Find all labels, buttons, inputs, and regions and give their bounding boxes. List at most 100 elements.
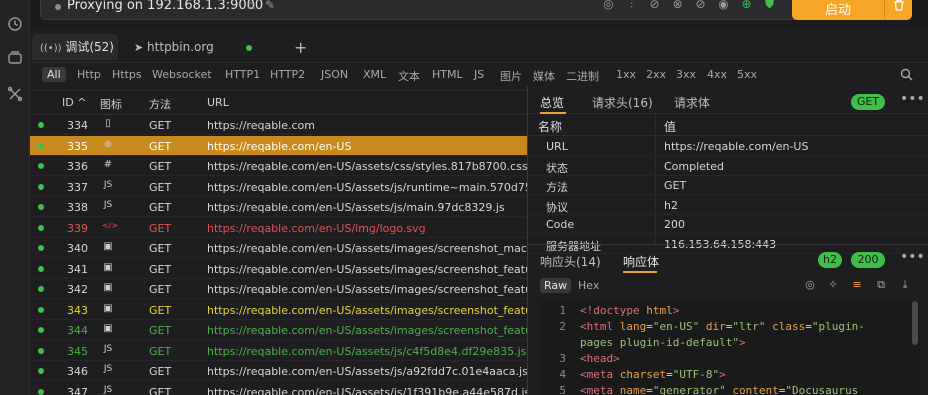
filter-binary[interactable]: 二进制 xyxy=(566,68,599,84)
magic-icon[interactable]: ✧ xyxy=(826,278,840,292)
col-id[interactable]: ID ^ xyxy=(62,96,86,109)
proxy-status-box[interactable]: Proxying on 192.168.1.3:9000 ⧉ ✎ ◎ ⫶ ⊘ ⊗… xyxy=(40,0,808,20)
search-icon[interactable] xyxy=(900,68,913,81)
row-method: GET xyxy=(149,303,172,317)
wrap-icon[interactable]: ≡ xyxy=(850,278,864,292)
table-row[interactable]: 335 ⊕ GET https://reqable.com/en-US xyxy=(30,135,527,156)
code-token: charset xyxy=(619,368,667,381)
copy-body-icon[interactable]: ⧉ xyxy=(874,278,888,292)
line-text: <head> xyxy=(580,352,620,365)
tab-overview[interactable]: 总览 xyxy=(540,94,564,111)
globe-icon: ⊕ xyxy=(103,138,113,150)
overview-row[interactable]: 状态 Completed xyxy=(528,157,928,176)
table-row[interactable]: 337 JS GET https://reqable.com/en-US/assets… xyxy=(30,177,527,197)
filter-text[interactable]: 文本 xyxy=(398,68,420,84)
body-toolbar: Raw Hex ◎ ✧ ≡ ⧉ ⤓ xyxy=(528,273,928,297)
tab-response-body[interactable]: 响应体 xyxy=(623,253,659,270)
shield-icon[interactable]: ⛊ xyxy=(762,0,777,12)
table-row[interactable]: 340 ▣ GET https://reqable.com/en-US/assets/… xyxy=(30,238,527,258)
row-id: 347 xyxy=(67,385,88,395)
history-icon[interactable] xyxy=(7,16,23,32)
overview-value: 200 xyxy=(664,218,685,231)
filter-5xx[interactable]: 5xx xyxy=(737,68,757,81)
col-icon[interactable]: 图标 xyxy=(100,96,122,112)
table-row[interactable]: 345 JS GET https://reqable.com/en-US/assets… xyxy=(30,341,527,361)
add-tab-button[interactable]: + xyxy=(294,38,307,57)
filter-4xx[interactable]: 4xx xyxy=(707,68,727,81)
code-token: = xyxy=(646,384,653,395)
status-code-badge: 200 xyxy=(851,252,885,268)
col-method[interactable]: 方法 xyxy=(149,96,171,112)
filter-1xx[interactable]: 1xx xyxy=(616,68,636,81)
filter-3xx[interactable]: 3xx xyxy=(676,68,696,81)
code-line: 3 <head> xyxy=(540,352,920,368)
network-icon[interactable]: ⊕ xyxy=(739,0,754,12)
download-icon[interactable]: ⤓ xyxy=(898,278,912,292)
table-row[interactable]: 347 JS GET https://reqable.com/en-US/assets… xyxy=(30,382,527,395)
filter-websocket[interactable]: Websocket xyxy=(152,68,212,81)
tab-request-headers[interactable]: 请求头(16) xyxy=(592,94,653,111)
filter-html[interactable]: HTML xyxy=(432,68,463,81)
record-icon[interactable]: ◉ xyxy=(716,0,731,12)
archive-icon[interactable] xyxy=(7,50,23,66)
row-id: 335 xyxy=(67,139,88,153)
tab-request-body[interactable]: 请求体 xyxy=(674,94,710,111)
filter-icon[interactable]: ⫶ xyxy=(624,0,639,12)
table-row[interactable]: 341 ▣ GET https://reqable.com/en-US/assets/… xyxy=(30,259,527,279)
edit-icon[interactable]: ✎ xyxy=(265,0,275,12)
filter-media[interactable]: 媒体 xyxy=(533,68,555,84)
trash-icon[interactable] xyxy=(892,0,906,12)
more-icon[interactable]: ••• xyxy=(900,91,925,107)
filter-http2[interactable]: HTTP2 xyxy=(270,68,305,81)
response-more-icon[interactable]: ••• xyxy=(900,249,925,265)
line-text: <meta charset="UTF-8"> xyxy=(580,368,726,381)
overview-row[interactable]: Code 200 xyxy=(528,215,928,234)
table-row[interactable]: 346 JS GET https://reqable.com/en-US/assets… xyxy=(30,361,527,381)
table-row[interactable]: 344 ▣ GET https://reqable.com/en-US/assets/… xyxy=(30,320,527,340)
copy-icon[interactable]: ⧉ xyxy=(247,0,255,13)
filter-2xx[interactable]: 2xx xyxy=(646,68,666,81)
mute-icon[interactable]: ⊗ xyxy=(670,0,685,12)
filter-image[interactable]: 图片 xyxy=(500,68,522,84)
overview-row[interactable]: 方法 GET xyxy=(528,176,928,195)
row-method: GET xyxy=(149,385,172,395)
row-method: GET xyxy=(149,344,172,358)
table-row[interactable]: 343 ▣ GET https://reqable.com/en-US/assets/… xyxy=(30,300,527,320)
filter-js[interactable]: JS xyxy=(474,68,484,81)
tab-debug[interactable]: ((•)) 调试(52) xyxy=(32,34,118,60)
block-icon[interactable]: ⊘ xyxy=(647,0,662,12)
code-scrollbar[interactable] xyxy=(912,301,918,345)
filter-http1[interactable]: HTTP1 xyxy=(225,68,260,81)
tab-httpbin-label: httpbin.org xyxy=(147,40,214,54)
code-line: 4 <meta charset="UTF-8"> xyxy=(540,368,920,384)
start-button[interactable]: 启动 xyxy=(792,0,912,20)
table-row[interactable]: 338 JS GET https://reqable.com/en-US/assets… xyxy=(30,197,527,217)
filter-all[interactable]: All xyxy=(42,67,66,82)
table-row[interactable]: 334 ▯ GET https://reqable.com xyxy=(30,115,527,135)
table-row[interactable]: 342 ▣ GET https://reqable.com/en-US/assets/… xyxy=(30,279,527,299)
table-row[interactable]: 336 # GET https://reqable.com/en-US/assets/… xyxy=(30,156,527,176)
row-id: 346 xyxy=(67,365,88,378)
send-icon: ➤ xyxy=(134,41,144,54)
js-icon: JS xyxy=(103,200,113,210)
filter-https[interactable]: Https xyxy=(112,68,142,81)
table-row[interactable]: 339 </> GET https://reqable.com/en-US/img/l… xyxy=(30,218,527,238)
status-dot xyxy=(38,245,44,251)
overview-value: h2 xyxy=(664,198,678,212)
overview-row[interactable]: URL https://reqable.com/en-US xyxy=(528,137,928,156)
filter-http[interactable]: Http xyxy=(77,68,101,81)
browser-icon[interactable]: ◎ xyxy=(803,278,817,292)
code-viewer[interactable]: 1 <!doctype html> 2 <html lang="en-US" dir=… xyxy=(540,301,920,395)
filter-xml[interactable]: XML xyxy=(363,68,386,81)
disable-icon[interactable]: ⊘ xyxy=(693,0,708,12)
view-raw[interactable]: Raw xyxy=(540,278,572,293)
request-table: ID ^ 图标 方法 URL 334 ▯ GET https://reqable.co… xyxy=(30,90,527,395)
tools-icon[interactable] xyxy=(7,86,23,102)
tab-response-headers[interactable]: 响应头(14) xyxy=(540,253,601,270)
tab-httpbin[interactable]: ➤ httpbin.org xyxy=(126,34,286,60)
overview-row[interactable]: 协议 h2 xyxy=(528,196,928,215)
github-icon[interactable]: ◎ xyxy=(601,0,616,12)
col-url[interactable]: URL xyxy=(207,96,229,109)
filter-json[interactable]: JSON xyxy=(321,68,348,81)
view-hex[interactable]: Hex xyxy=(578,279,599,292)
